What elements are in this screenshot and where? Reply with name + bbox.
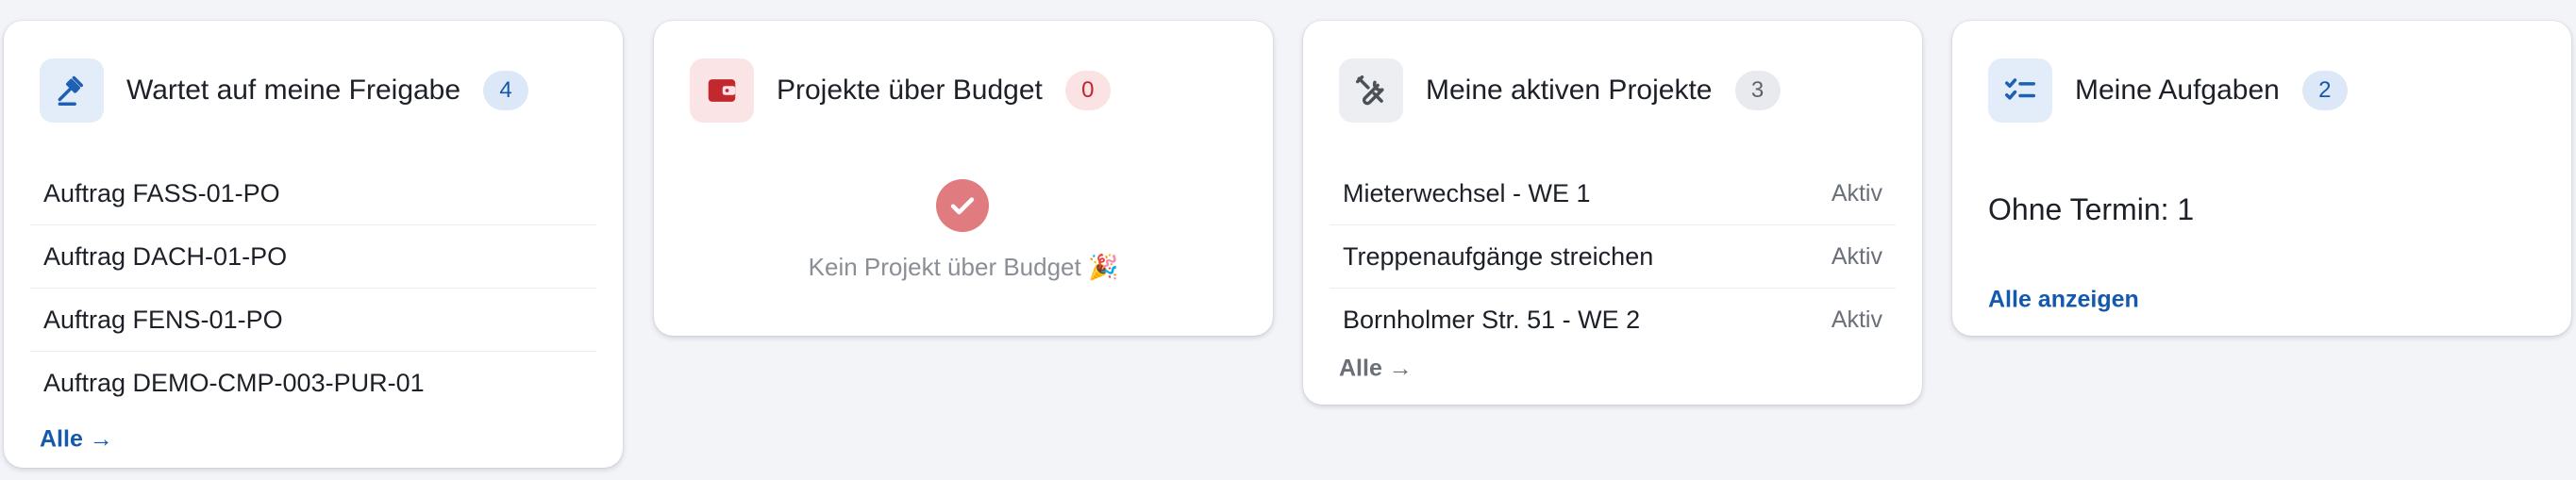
list-item[interactable]: Auftrag DEMO-CMP-003-PUR-01 [30,352,596,415]
list-item[interactable]: Auftrag FASS-01-PO [30,162,596,225]
view-all-link[interactable]: Alle → [1339,356,1413,383]
show-all-link[interactable]: Alle anzeigen [1988,287,2139,314]
list-item[interactable]: Auftrag DACH-01-PO [30,225,596,289]
list-item-label: Auftrag FASS-01-PO [43,178,280,207]
list-item[interactable]: Auftrag FENS-01-PO [30,289,596,352]
card-title: Projekte über Budget [777,74,1043,106]
tools-icon [1339,58,1403,123]
count-badge: 2 [2301,71,2348,110]
task-summary: Ohne Termin: 1 [1988,192,2195,226]
empty-state-text: Kein Projekt über Budget 🎉 [808,253,1119,281]
list-item-label: Auftrag DEMO-CMP-003-PUR-01 [43,369,425,397]
over-budget-card: Projekte über Budget 0 Kein Projekt über… [654,21,1273,336]
my-tasks-card-header: Meine Aufgaben 2 [1988,58,2348,123]
list-item-label: Auftrag DACH-01-PO [43,241,288,271]
gavel-icon [40,58,104,123]
count-badge: 0 [1064,71,1111,110]
list-item[interactable]: Bornholmer Str. 51 - WE 2 Aktiv [1330,289,1896,352]
view-all-link[interactable]: Alle → [40,426,113,454]
list-item[interactable]: Mieterwechsel - WE 1 Aktiv [1330,162,1896,225]
wallet-icon [690,58,754,123]
card-title: Meine aktiven Projekte [1426,74,1713,106]
count-badge: 3 [1734,71,1781,110]
status-label: Aktiv [1831,179,1882,207]
status-label: Aktiv [1831,242,1882,270]
approval-card-header: Wartet auf meine Freigabe 4 [40,58,529,123]
project-list: Mieterwechsel - WE 1 Aktiv Treppenaufgän… [1330,162,1896,352]
approval-card: Wartet auf meine Freigabe 4 Auftrag FASS… [4,21,623,468]
status-label: Aktiv [1831,306,1882,333]
check-circle-icon [936,179,989,232]
card-title: Meine Aufgaben [2075,74,2280,106]
active-projects-card-header: Meine aktiven Projekte 3 [1339,58,1781,123]
count-badge: 4 [483,71,529,110]
over-budget-card-header: Projekte über Budget 0 [690,58,1111,123]
checklist-icon [1988,58,2052,123]
project-name: Treppenaufgänge streichen [1343,241,1654,271]
list-item[interactable]: Treppenaufgänge streichen Aktiv [1330,225,1896,289]
card-title: Wartet auf meine Freigabe [126,74,461,106]
approval-list: Auftrag FASS-01-PO Auftrag DACH-01-PO Au… [30,162,596,415]
project-name: Mieterwechsel - WE 1 [1343,178,1591,207]
active-projects-card: Meine aktiven Projekte 3 Mieterwechsel -… [1303,21,1922,405]
list-item-label: Auftrag FENS-01-PO [43,305,283,334]
my-tasks-card: Meine Aufgaben 2 Ohne Termin: 1 Alle anz… [1952,21,2571,336]
project-name: Bornholmer Str. 51 - WE 2 [1343,306,1641,334]
